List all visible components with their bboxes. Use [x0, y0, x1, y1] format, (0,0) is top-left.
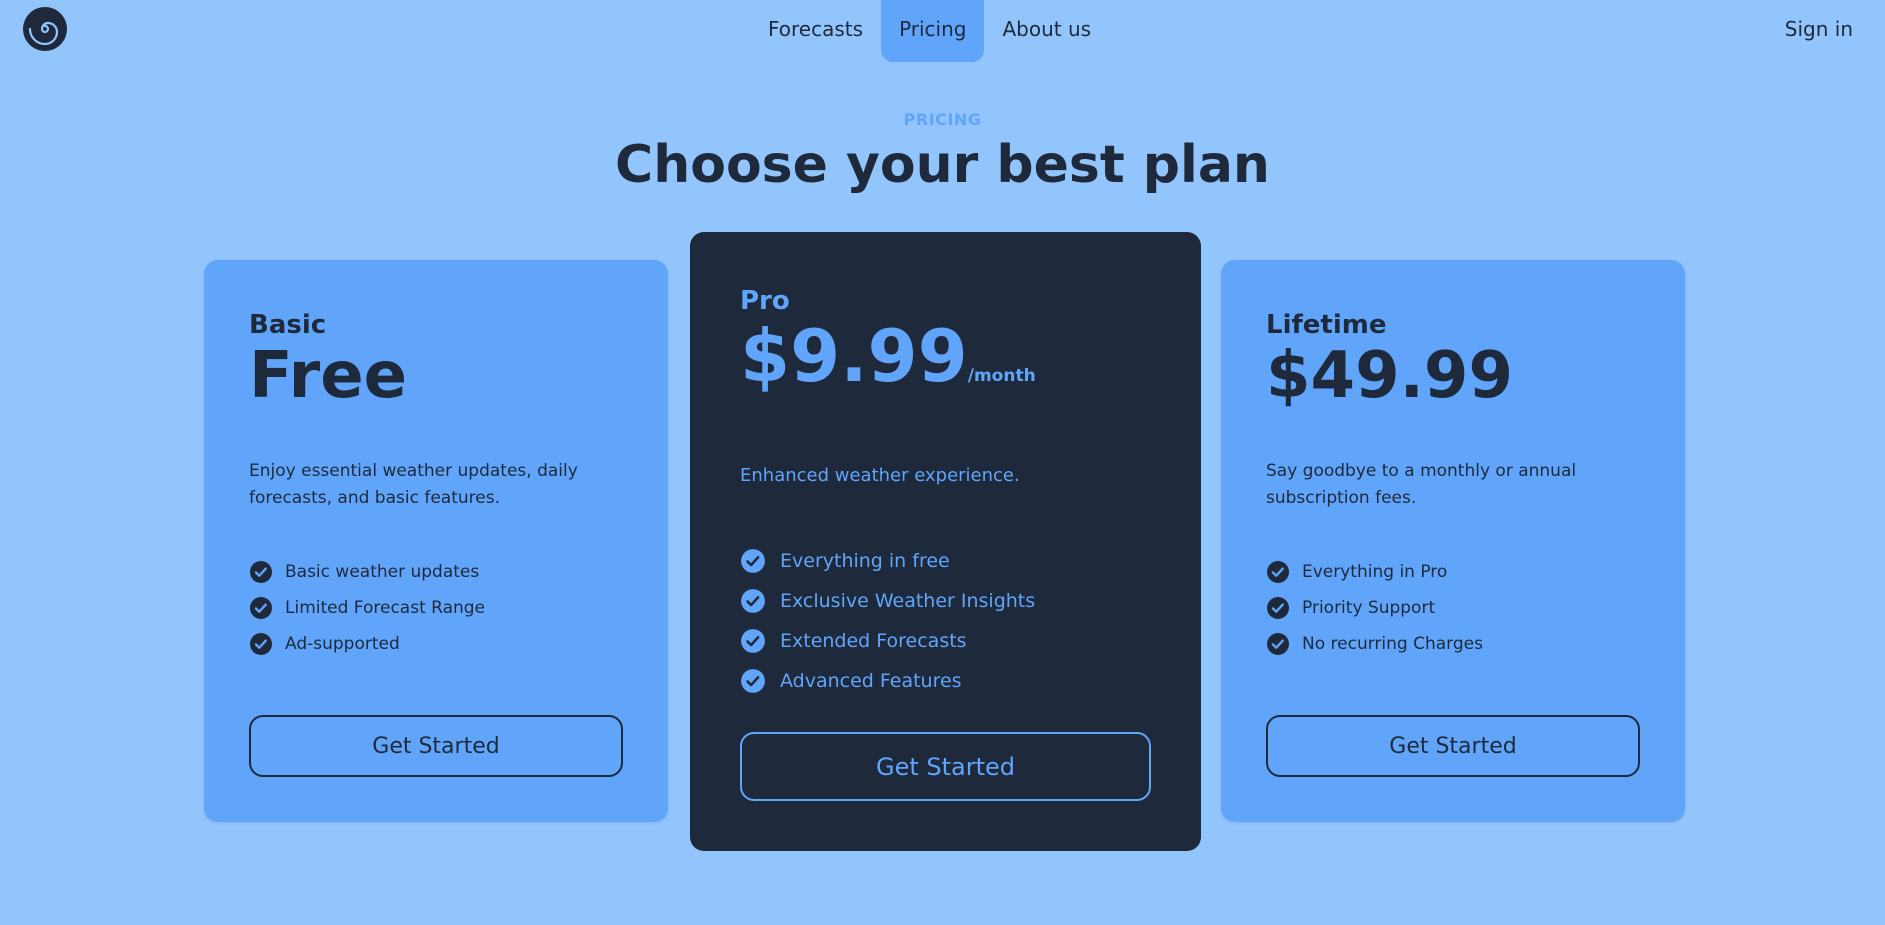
plan-name: Basic	[249, 310, 327, 340]
section-eyebrow: PRICING	[903, 110, 982, 129]
check-circle-icon	[1267, 633, 1289, 655]
plan-name: Lifetime	[1266, 310, 1387, 340]
plan-card-pro: Pro $9.99/month Enhanced weather experie…	[690, 232, 1201, 851]
feature-item: No recurring Charges	[1266, 626, 1640, 662]
feature-label: Exclusive Weather Insights	[780, 590, 1036, 612]
feature-item: Ad-supported	[249, 626, 623, 662]
feature-label: No recurring Charges	[1302, 634, 1483, 654]
check-circle-icon	[250, 561, 272, 583]
feature-label: Advanced Features	[780, 670, 962, 692]
feature-label: Extended Forecasts	[780, 630, 967, 652]
plan-price: $9.99/month	[740, 316, 1151, 416]
price-amount: $49.99	[1266, 339, 1513, 413]
check-circle-icon	[741, 669, 765, 693]
spiral-logo-icon[interactable]	[22, 6, 68, 52]
check-circle-icon	[250, 597, 272, 619]
check-circle-icon	[1267, 597, 1289, 619]
feature-list: Everything in free Exclusive Weather Ins…	[740, 541, 1151, 701]
plan-card-lifetime: Lifetime $49.99 Say goodbye to a monthly…	[1221, 260, 1685, 822]
get-started-button-lifetime[interactable]: Get Started	[1266, 715, 1640, 777]
plan-card-basic: Basic Free Enjoy essential weather updat…	[204, 260, 668, 822]
plan-price: Free	[249, 340, 623, 412]
feature-label: Priority Support	[1302, 598, 1436, 618]
check-circle-icon	[250, 633, 272, 655]
plan-name: Pro	[740, 286, 790, 316]
check-circle-icon	[741, 589, 765, 613]
sign-in-link[interactable]: Sign in	[1785, 0, 1853, 58]
feature-item: Exclusive Weather Insights	[740, 581, 1151, 621]
feature-label: Everything in Pro	[1302, 562, 1448, 582]
feature-item: Everything in Pro	[1266, 554, 1640, 590]
plan-price: $49.99	[1266, 340, 1640, 412]
feature-list: Basic weather updates Limited Forecast R…	[249, 554, 623, 662]
feature-label: Everything in free	[780, 550, 950, 572]
page-title: Choose your best plan	[615, 135, 1270, 195]
feature-label: Ad-supported	[285, 634, 400, 654]
feature-item: Limited Forecast Range	[249, 590, 623, 626]
feature-item: Priority Support	[1266, 590, 1640, 626]
nav-link-about-us[interactable]: About us	[984, 0, 1109, 62]
get-started-button-basic[interactable]: Get Started	[249, 715, 623, 777]
plan-description: Enhanced weather experience.	[740, 465, 1020, 486]
check-circle-icon	[741, 629, 765, 653]
top-navigation: Forecasts Pricing About us Sign in	[0, 0, 1885, 62]
plan-description: Enjoy essential weather updates, daily f…	[249, 461, 578, 508]
feature-item: Everything in free	[740, 541, 1151, 581]
feature-label: Basic weather updates	[285, 562, 480, 582]
price-amount: $9.99	[740, 314, 968, 398]
feature-list: Everything in Pro Priority Support No re…	[1266, 554, 1640, 662]
check-circle-icon	[741, 549, 765, 573]
get-started-button-pro[interactable]: Get Started	[740, 732, 1151, 801]
feature-item: Extended Forecasts	[740, 621, 1151, 661]
nav-link-pricing[interactable]: Pricing	[881, 0, 985, 62]
price-period: /month	[967, 366, 1036, 386]
plan-description: Say goodbye to a monthly or annual subsc…	[1266, 461, 1577, 508]
check-circle-icon	[1267, 561, 1289, 583]
price-amount: Free	[249, 339, 407, 413]
feature-item: Advanced Features	[740, 661, 1151, 701]
nav-links: Forecasts Pricing About us	[750, 0, 1109, 62]
feature-label: Limited Forecast Range	[285, 598, 486, 618]
nav-link-forecasts[interactable]: Forecasts	[750, 0, 881, 62]
feature-item: Basic weather updates	[249, 554, 623, 590]
